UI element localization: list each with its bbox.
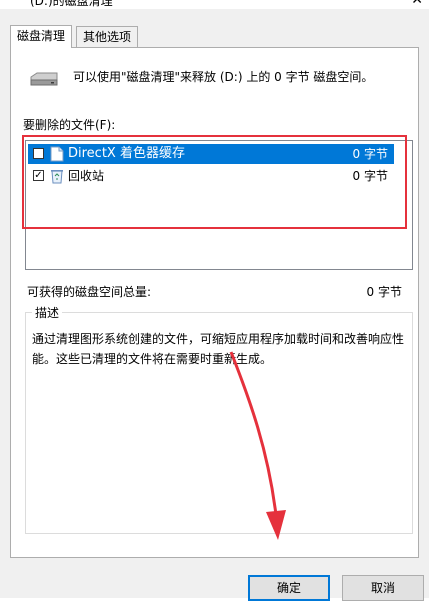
checkbox-recycle-bin[interactable]: ✓ <box>33 170 44 181</box>
description-title: 描述 <box>32 304 63 321</box>
cancel-button[interactable]: 取消 <box>342 575 424 601</box>
tab-panel: 可以使用"磁盘清理"来释放 (D:) 上的 0 字节 磁盘空间。 要删除的文件(… <box>10 47 419 558</box>
summary-text: 可以使用"磁盘清理"来释放 (D:) 上的 0 字节 磁盘空间。 <box>73 70 374 84</box>
tab-more-options[interactable]: 其他选项 <box>76 26 139 47</box>
file-icon <box>50 146 64 162</box>
file-list[interactable]: DirectX 着色器缓存 0 字节 ✓ 回收站 0 字节 <box>25 140 413 270</box>
drive-icon <box>30 72 58 86</box>
file-size: 0 字节 <box>352 169 388 183</box>
dialog-window: 磁盘清理 其他选项 可以使用"磁盘清理"来释放 (D:) 上的 0 字节 磁盘空… <box>0 9 429 601</box>
tab-disk-cleanup[interactable]: 磁盘清理 <box>10 25 73 48</box>
close-icon[interactable]: ✕ <box>411 0 423 8</box>
list-item-directx-cache[interactable]: DirectX 着色器缓存 0 字节 <box>28 144 394 164</box>
list-item-recycle-bin[interactable]: ✓ 回收站 0 字节 <box>28 166 394 186</box>
description-text: 通过清理图形系统创建的文件，可缩短应用程序加载时间和改善响应性能。这些已清理的文… <box>32 332 405 366</box>
title-bar: (D:)的磁盘清理 ✕ <box>0 0 429 9</box>
files-to-delete-label: 要删除的文件(F): <box>23 118 116 132</box>
space-gained-label: 可获得的磁盘空间总量: <box>27 285 152 299</box>
file-name: DirectX 着色器缓存 <box>68 146 185 161</box>
file-name: 回收站 <box>68 169 105 183</box>
file-size: 0 字节 <box>352 147 388 161</box>
space-gained-value: 0 字节 <box>366 285 402 299</box>
window-title: (D:)的磁盘清理 <box>30 0 113 8</box>
ok-button[interactable]: 确定 <box>248 575 330 601</box>
checkbox-directx-cache[interactable] <box>33 148 44 159</box>
recycle-bin-icon <box>51 170 63 184</box>
description-group: 描述 通过清理图形系统创建的文件，可缩短应用程序加载时间和改善响应性能。这些已清… <box>25 304 413 534</box>
